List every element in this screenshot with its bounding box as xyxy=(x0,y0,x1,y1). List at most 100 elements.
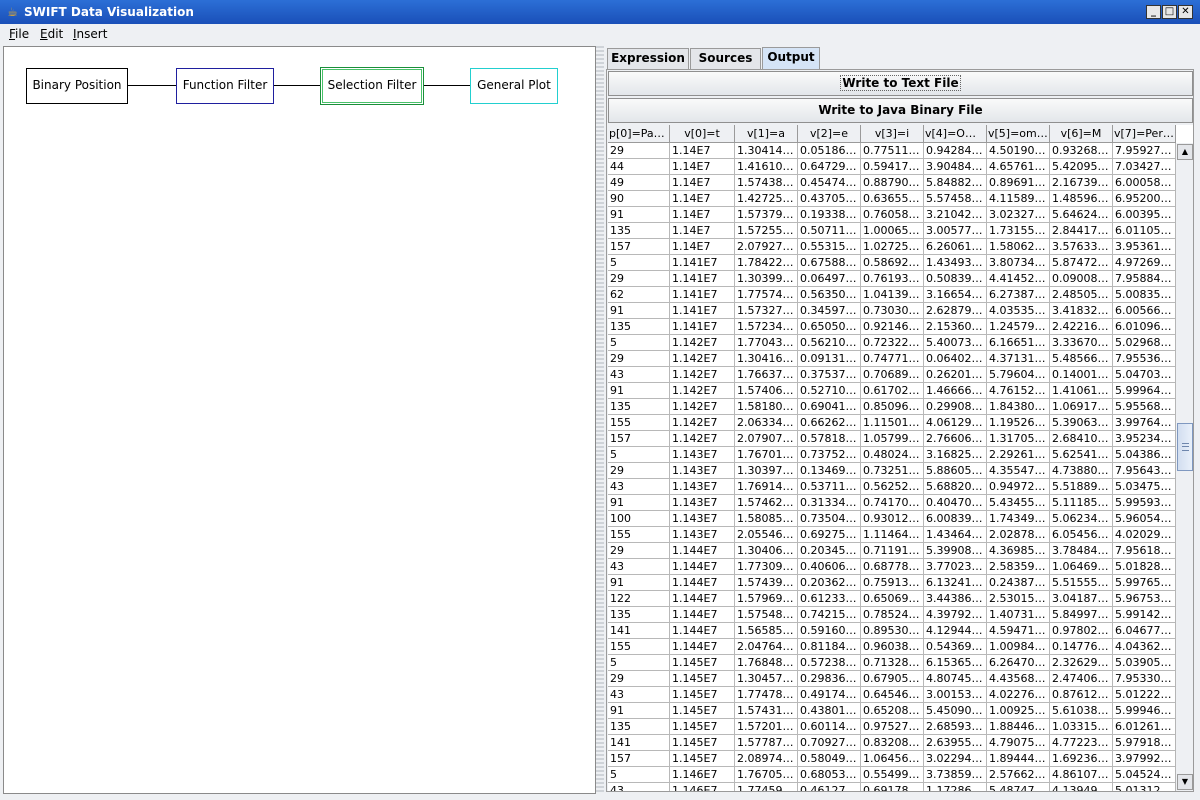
minimize-button[interactable]: _ xyxy=(1146,5,1161,19)
table-cell[interactable]: 1.30414… xyxy=(735,143,798,159)
table-cell[interactable]: 2.05546… xyxy=(735,527,798,543)
table-cell[interactable]: 4.02276… xyxy=(987,687,1050,703)
table-cell[interactable]: 6.01261… xyxy=(1113,719,1176,735)
table-cell[interactable]: 135 xyxy=(608,223,670,239)
table-cell[interactable]: 1.143E7 xyxy=(670,447,735,463)
table-cell[interactable]: 4.73880… xyxy=(1050,463,1113,479)
column-header[interactable]: v[4]=OME… xyxy=(924,125,987,143)
table-row[interactable]: 135 1.144E7 1.57548… 0.74215… 0.78524… 4.3979… xyxy=(608,607,1176,623)
table-cell[interactable]: 5 xyxy=(608,655,670,671)
table-cell[interactable]: 0.37537… xyxy=(798,367,861,383)
table-cell[interactable]: 1.88446… xyxy=(987,719,1050,735)
table-cell[interactable]: 7.95643… xyxy=(1113,463,1176,479)
table-cell[interactable]: 0.63655… xyxy=(861,191,924,207)
split-pane-divider[interactable] xyxy=(596,46,604,794)
table-cell[interactable]: 0.64546… xyxy=(861,687,924,703)
table-cell[interactable]: 6.04677… xyxy=(1113,623,1176,639)
table-cell[interactable]: 157 xyxy=(608,239,670,255)
table-cell[interactable]: 0.55315… xyxy=(798,239,861,255)
table-cell[interactable]: 6.95200… xyxy=(1113,191,1176,207)
table-cell[interactable]: 1.142E7 xyxy=(670,415,735,431)
table-cell[interactable]: 1.84380… xyxy=(987,399,1050,415)
table-cell[interactable]: 141 xyxy=(608,735,670,751)
column-header[interactable]: v[2]=e xyxy=(798,125,861,143)
table-cell[interactable]: 3.21042… xyxy=(924,207,987,223)
table-row[interactable]: 29 1.145E7 1.30457… 0.29836… 0.67905… 4.80745… xyxy=(608,671,1176,687)
table-cell[interactable]: 5.04524… xyxy=(1113,767,1176,783)
table-cell[interactable]: 1.41061… xyxy=(1050,383,1113,399)
table-cell[interactable]: 91 xyxy=(608,703,670,719)
table-cell[interactable]: 4.77223… xyxy=(1050,735,1113,751)
table-cell[interactable]: 0.97802… xyxy=(1050,623,1113,639)
vertical-scrollbar[interactable]: ▲ ▼ xyxy=(1175,143,1193,791)
table-cell[interactable]: 0.97527… xyxy=(861,719,924,735)
table-cell[interactable]: 1.144E7 xyxy=(670,559,735,575)
table-cell[interactable]: 2.08974… xyxy=(735,751,798,767)
table-row[interactable]: 91 1.145E7 1.57431… 0.43801… 0.65208… 5.45090… xyxy=(608,703,1176,719)
table-cell[interactable]: 5.40073… xyxy=(924,335,987,351)
table-cell[interactable]: 6.26470… xyxy=(987,655,1050,671)
table-cell[interactable]: 5 xyxy=(608,447,670,463)
table-cell[interactable]: 0.20362… xyxy=(798,575,861,591)
table-cell[interactable]: 6.27387… xyxy=(987,287,1050,303)
table-cell[interactable]: 1.57548… xyxy=(735,607,798,623)
table-cell[interactable]: 1.14E7 xyxy=(670,223,735,239)
column-header[interactable]: v[6]=M xyxy=(1050,125,1113,143)
table-cell[interactable]: 1.06469… xyxy=(1050,559,1113,575)
table-row[interactable]: 155 1.144E7 2.04764… 0.81184… 0.96038… 0.5436… xyxy=(608,639,1176,655)
table-cell[interactable]: 5.01222… xyxy=(1113,687,1176,703)
table-cell[interactable]: 4.39792… xyxy=(924,607,987,623)
table-cell[interactable]: 4.12944… xyxy=(924,623,987,639)
table-cell[interactable]: 4.43568… xyxy=(987,671,1050,687)
table-cell[interactable]: 2.68410… xyxy=(1050,431,1113,447)
table-cell[interactable]: 0.50711… xyxy=(798,223,861,239)
table-cell[interactable]: 5.48566… xyxy=(1050,351,1113,367)
table-cell[interactable]: 5.01312… xyxy=(1113,783,1176,791)
table-cell[interactable]: 5.45090… xyxy=(924,703,987,719)
table-cell[interactable]: 0.69178… xyxy=(861,783,924,791)
table-cell[interactable]: 5.42095… xyxy=(1050,159,1113,175)
table-cell[interactable]: 1.141E7 xyxy=(670,271,735,287)
table-cell[interactable]: 4.97269… xyxy=(1113,255,1176,271)
table-cell[interactable]: 0.61233… xyxy=(798,591,861,607)
table-cell[interactable]: 1.19526… xyxy=(987,415,1050,431)
table-row[interactable]: 91 1.144E7 1.57439… 0.20362… 0.75913… 6.13241… xyxy=(608,575,1176,591)
table-cell[interactable]: 1.76701… xyxy=(735,447,798,463)
table-cell[interactable]: 1.77309… xyxy=(735,559,798,575)
table-cell[interactable]: 0.56210… xyxy=(798,335,861,351)
table-row[interactable]: 5 1.146E7 1.76705… 0.68053… 0.55499… 3.73859…… xyxy=(608,767,1176,783)
table-cell[interactable]: 3.90484… xyxy=(924,159,987,175)
table-cell[interactable]: 0.06497… xyxy=(798,271,861,287)
table-cell[interactable]: 1.77459… xyxy=(735,783,798,791)
table-cell[interactable]: 2.16739… xyxy=(1050,175,1113,191)
table-cell[interactable]: 5 xyxy=(608,335,670,351)
table-cell[interactable]: 3.57633… xyxy=(1050,239,1113,255)
table-cell[interactable]: 62 xyxy=(608,287,670,303)
table-row[interactable]: 43 1.146E7 1.77459… 0.46127… 0.69178… 1.17286… xyxy=(608,783,1176,791)
table-cell[interactable]: 2.32629… xyxy=(1050,655,1113,671)
table-cell[interactable]: 1.143E7 xyxy=(670,479,735,495)
table-cell[interactable]: 5.48747… xyxy=(987,783,1050,791)
table-cell[interactable]: 6.00395… xyxy=(1113,207,1176,223)
table-row[interactable]: 29 1.14E7 1.30414… 0.05186… 0.77511… 0.94284…… xyxy=(608,143,1176,159)
table-cell[interactable]: 0.40470… xyxy=(924,495,987,511)
table-cell[interactable]: 0.14776… xyxy=(1050,639,1113,655)
table-cell[interactable]: 0.68778… xyxy=(861,559,924,575)
table-cell[interactable]: 5.39908… xyxy=(924,543,987,559)
table-cell[interactable]: 1.04139… xyxy=(861,287,924,303)
table-cell[interactable]: 1.145E7 xyxy=(670,719,735,735)
table-cell[interactable]: 0.70689… xyxy=(861,367,924,383)
table-row[interactable]: 90 1.14E7 1.42725… 0.43705… 0.63655… 5.57458…… xyxy=(608,191,1176,207)
table-row[interactable]: 43 1.142E7 1.76637… 0.37537… 0.70689… 0.26201… xyxy=(608,367,1176,383)
table-cell[interactable]: 4.06129… xyxy=(924,415,987,431)
tab-expression[interactable]: Expression xyxy=(607,48,689,69)
table-cell[interactable]: 0.65208… xyxy=(861,703,924,719)
table-cell[interactable]: 155 xyxy=(608,415,670,431)
table-cell[interactable]: 1.58062… xyxy=(987,239,1050,255)
table-cell[interactable]: 5.84997… xyxy=(1050,607,1113,623)
table-cell[interactable]: 4.03535… xyxy=(987,303,1050,319)
table-cell[interactable]: 1.57406… xyxy=(735,383,798,399)
table-cell[interactable]: 49 xyxy=(608,175,670,191)
table-cell[interactable]: 43 xyxy=(608,783,670,791)
table-cell[interactable]: 1.30399… xyxy=(735,271,798,287)
